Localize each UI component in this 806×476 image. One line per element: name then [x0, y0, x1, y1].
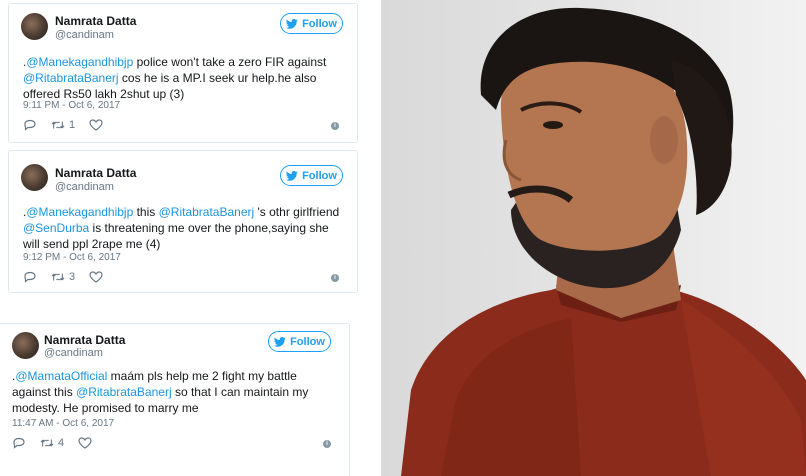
author-name[interactable]: Namrata Datta: [55, 14, 136, 28]
timestamp[interactable]: 11:47 AM - Oct 6, 2017: [12, 418, 114, 429]
reply-icon: [24, 119, 36, 131]
mention-link[interactable]: @RitabrataBanerj: [23, 71, 119, 85]
author-handle[interactable]: @candinam: [55, 29, 114, 41]
follow-label: Follow: [290, 335, 325, 348]
reply-icon: [13, 437, 25, 449]
timestamp[interactable]: 9:11 PM - Oct 6, 2017: [23, 100, 120, 111]
like-button[interactable]: [89, 271, 103, 283]
retweet-count: 4: [58, 437, 65, 449]
tweet-text: .@Manekagandhibjp police won't take a ze…: [23, 54, 347, 102]
tweet-text: .@Manekagandhibjp this @RitabrataBanerj …: [23, 204, 347, 252]
tweet-card: Namrata Datta @candinam Follow .@MamataO…: [0, 323, 350, 476]
author-handle[interactable]: @candinam: [55, 181, 114, 193]
retweet-icon: [40, 439, 54, 447]
twitter-bird-icon: [274, 336, 286, 347]
text-segment: 's othr girlfriend: [254, 205, 340, 219]
action-bar: 3: [23, 270, 103, 284]
timestamp[interactable]: 9:12 PM - Oct 6, 2017: [23, 252, 121, 263]
info-icon[interactable]: i: [331, 274, 339, 282]
follow-button[interactable]: Follow: [280, 13, 343, 34]
tweet-card: Namrata Datta @candinam Follow .@Manekag…: [8, 150, 358, 293]
mention-link[interactable]: @SenDurba: [23, 221, 89, 235]
mention-link[interactable]: @RitabrataBanerj: [159, 205, 255, 219]
retweet-icon: [51, 121, 65, 129]
retweet-button[interactable]: 4: [40, 437, 64, 449]
retweet-count: 1: [69, 119, 76, 131]
tweet-column: Namrata Datta @candinam Follow .@Manekag…: [0, 0, 380, 476]
retweet-button[interactable]: 1: [51, 119, 75, 131]
follow-label: Follow: [302, 17, 337, 30]
portrait-photo: [381, 0, 806, 476]
action-bar: 1: [23, 118, 103, 132]
text-segment: this: [133, 205, 159, 219]
portrait-illustration: [401, 7, 806, 476]
text-segment: police won't take a zero FIR against: [133, 55, 327, 69]
retweet-count: 3: [69, 271, 76, 283]
retweet-icon: [51, 273, 65, 281]
mention-link[interactable]: @MamataOfficial: [15, 369, 107, 383]
twitter-bird-icon: [286, 170, 298, 181]
twitter-bird-icon: [286, 18, 298, 29]
avatar[interactable]: [12, 332, 39, 359]
heart-icon: [78, 437, 92, 449]
mention-link[interactable]: @Manekagandhibjp: [26, 205, 133, 219]
avatar[interactable]: [21, 164, 48, 191]
action-bar: 4: [12, 436, 92, 450]
heart-icon: [89, 119, 103, 131]
like-button[interactable]: [78, 437, 92, 449]
tweet-card: Namrata Datta @candinam Follow .@Manekag…: [8, 3, 358, 143]
follow-label: Follow: [302, 169, 337, 182]
like-button[interactable]: [89, 119, 103, 131]
author-name[interactable]: Namrata Datta: [55, 166, 136, 180]
follow-button[interactable]: Follow: [268, 331, 331, 352]
heart-icon: [89, 271, 103, 283]
info-icon[interactable]: i: [323, 440, 331, 448]
info-icon[interactable]: i: [331, 122, 339, 130]
reply-icon: [24, 271, 36, 283]
tweet-text: .@MamataOfficial maám pls help me 2 figh…: [12, 368, 332, 416]
author-name[interactable]: Namrata Datta: [44, 333, 125, 347]
reply-button[interactable]: [23, 119, 37, 131]
mention-link[interactable]: @Manekagandhibjp: [26, 55, 133, 69]
follow-button[interactable]: Follow: [280, 165, 343, 186]
mention-link[interactable]: @RitabrataBanerj: [76, 385, 172, 399]
avatar[interactable]: [21, 13, 48, 40]
reply-button[interactable]: [12, 437, 26, 449]
author-handle[interactable]: @candinam: [44, 347, 103, 359]
reply-button[interactable]: [23, 271, 37, 283]
retweet-button[interactable]: 3: [51, 271, 75, 283]
